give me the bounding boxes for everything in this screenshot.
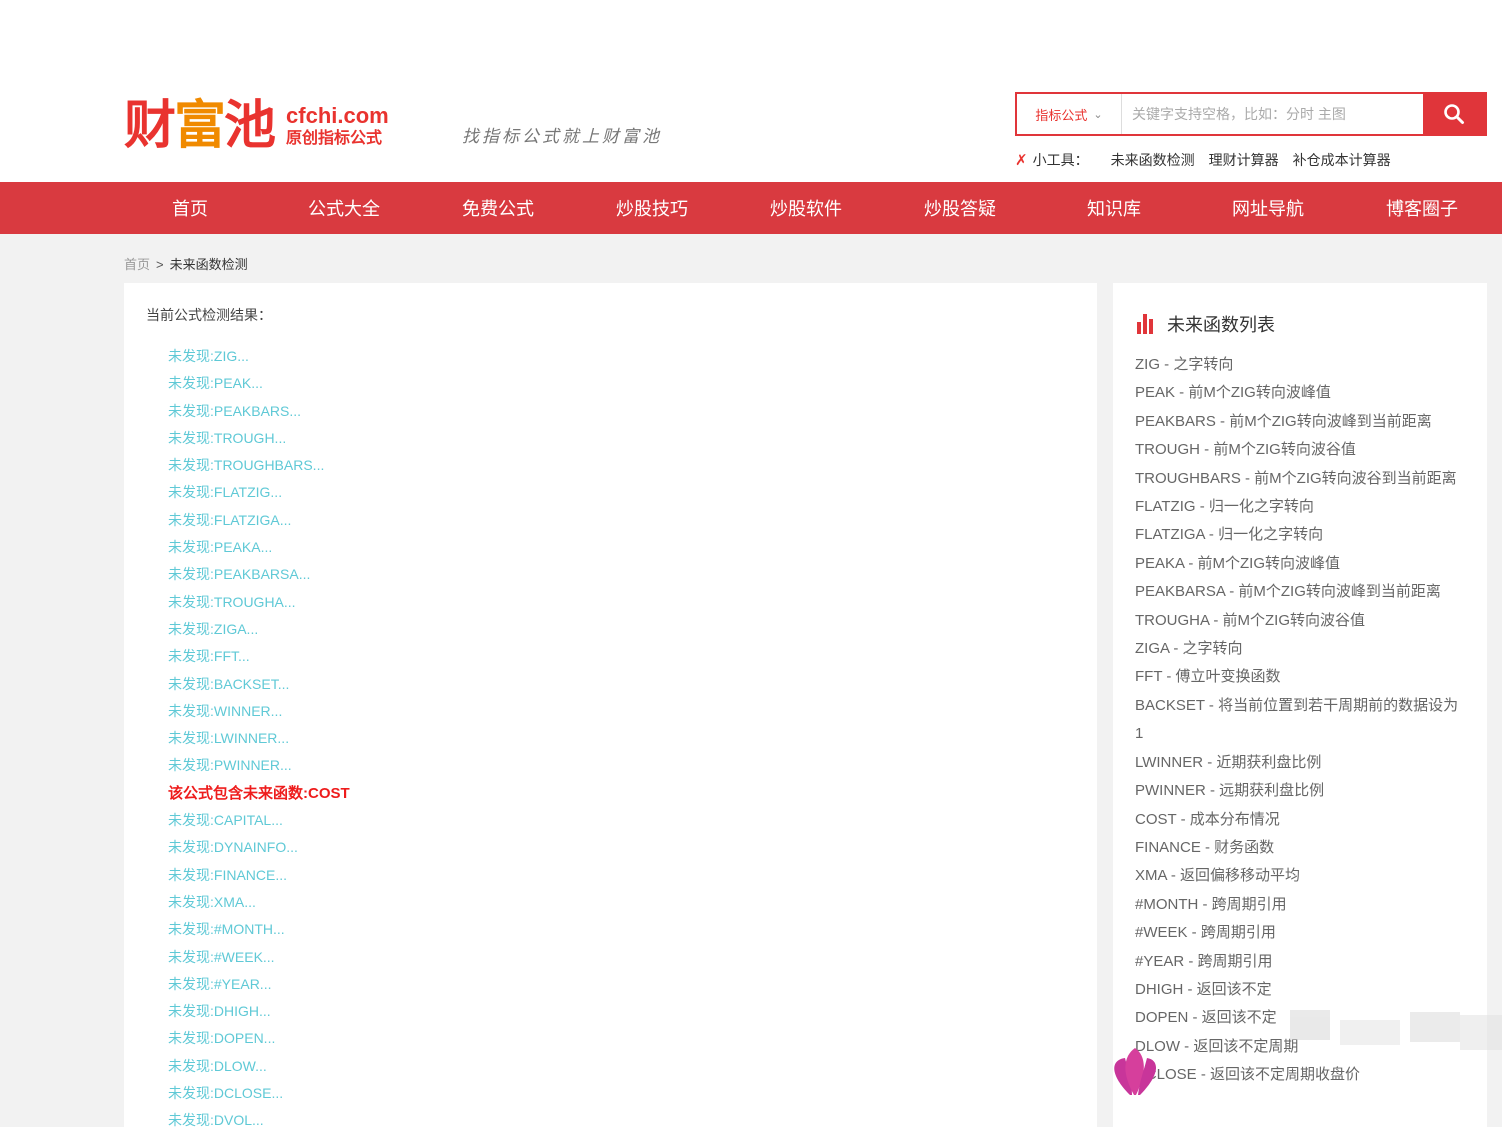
site-logo[interactable]: 财富池 cfchi.com 原创指标公式 [124, 100, 389, 152]
function-list-item[interactable]: #YEAR - 跨周期引用 [1135, 948, 1465, 976]
tool-link-finance-calculator[interactable]: 理财计算器 [1209, 150, 1279, 170]
function-list-item[interactable]: TROUGHA - 前M个ZIG转向波谷值 [1135, 607, 1465, 635]
result-item: 未发现:#WEEK... [168, 948, 275, 965]
site-header: 财富池 cfchi.com 原创指标公式 找指标公式就上财富池 指标公式 ⌄ ✗… [0, 0, 1502, 182]
function-list-item[interactable]: LWINNER - 近期获利盘比例 [1135, 749, 1465, 777]
breadcrumb: 首页 > 未来函数检测 [124, 254, 248, 273]
result-item: 未发现:FLATZIG... [168, 484, 283, 501]
nav-item-formulas[interactable]: 公式大全 [267, 195, 421, 221]
function-list-item[interactable]: ZIG - 之字转向 [1135, 351, 1465, 379]
search-icon [1444, 104, 1464, 124]
function-list-item[interactable]: TROUGHBARS - 前M个ZIG转向波谷到当前距离 [1135, 465, 1465, 493]
function-list-item[interactable]: PEAKBARS - 前M个ZIG转向波峰到当前距离 [1135, 408, 1465, 436]
function-list-item[interactable]: TROUGH - 前M个ZIG转向波谷值 [1135, 436, 1465, 464]
function-list-item[interactable]: FLATZIGA - 归一化之字转向 [1135, 521, 1465, 549]
tools-label: 小工具： [1032, 152, 1089, 168]
result-item: 未发现:DLOW... [168, 1057, 267, 1074]
result-item: 未发现:WINNER... [168, 702, 283, 719]
function-list-item[interactable]: BACKSET - 将当前位置到若干周期前的数据设为1 [1135, 692, 1465, 749]
result-list: 未发现:ZIG... 未发现:PEAK... 未发现:PEAKBARS... 未发现:… [168, 343, 350, 1127]
sidebar-title: 未来函数列表 [1167, 315, 1275, 335]
tool-link-cost-calculator[interactable]: 补仓成本计算器 [1293, 150, 1391, 170]
function-list-item[interactable]: FLATZIG - 归一化之字转向 [1135, 493, 1465, 521]
nav-item-directory[interactable]: 网址导航 [1191, 195, 1345, 221]
result-item: 未发现:DOPEN... [168, 1030, 276, 1047]
result-item: 未发现:PWINNER... [168, 757, 292, 774]
nav-item-free-formulas[interactable]: 免费公式 [421, 195, 575, 221]
function-list-item[interactable]: PWINNER - 远期获利盘比例 [1135, 777, 1465, 805]
result-item: 未发现:DHIGH... [168, 1003, 271, 1020]
result-item: 未发现:LWINNER... [168, 730, 290, 747]
result-item: 未发现:ZIGA... [168, 620, 259, 637]
function-list-item[interactable]: PEAK - 前M个ZIG转向波峰值 [1135, 379, 1465, 407]
result-item: 未发现:#MONTH... [168, 921, 285, 938]
search-category-label: 指标公式 [1035, 107, 1088, 123]
result-item: 未发现:TROUGHBARS... [168, 457, 325, 474]
watermark-logo [1114, 1010, 1502, 1095]
nav-item-tips[interactable]: 炒股技巧 [575, 195, 729, 221]
tools-bar: ✗ 小工具： 未来函数检测 理财计算器 补仓成本计算器 [1015, 150, 1405, 170]
function-list-item[interactable]: XMA - 返回偏移移动平均 [1135, 862, 1465, 890]
nav-item-knowledge[interactable]: 知识库 [1037, 195, 1191, 221]
result-title: 当前公式检测结果： [146, 307, 272, 323]
wrench-icon: ✗ [1015, 152, 1028, 169]
result-item: 未发现:DVOL... [168, 1112, 264, 1127]
result-item: 未发现:PEAKBARSA... [168, 566, 311, 583]
logo-domain: cfchi.com [286, 103, 389, 129]
result-item: 未发现:ZIG... [168, 348, 249, 364]
result-item: 未发现:TROUGHA... [168, 593, 296, 610]
tool-link-future-function-check[interactable]: 未来函数检测 [1111, 150, 1195, 170]
breadcrumb-current: 未来函数检测 [169, 257, 248, 272]
function-list-item[interactable]: #MONTH - 跨周期引用 [1135, 891, 1465, 919]
result-item: 未发现:DYNAINFO... [168, 839, 298, 856]
chevron-down-icon: ⌄ [1093, 108, 1103, 121]
main-nav: 首页 公式大全 免费公式 炒股技巧 炒股软件 炒股答疑 知识库 网址导航 博客圈… [0, 182, 1502, 234]
result-item: 未发现:BACKSET... [168, 675, 290, 692]
result-item: 未发现:PEAKBARS... [168, 402, 302, 419]
function-list-item[interactable]: PEAKBARSA - 前M个ZIG转向波峰到当前距离 [1135, 578, 1465, 606]
sidebar-header: 未来函数列表 [1137, 311, 1275, 337]
logo-wordmark: 财富池 [124, 96, 276, 156]
function-list-item[interactable]: FINANCE - 财务函数 [1135, 834, 1465, 862]
function-list-item[interactable]: ZIGA - 之字转向 [1135, 635, 1465, 663]
search-bar: 指标公式 ⌄ [1015, 92, 1487, 136]
search-button[interactable] [1423, 94, 1485, 134]
nav-item-home[interactable]: 首页 [113, 195, 267, 221]
result-item: 未发现:TROUGH... [168, 429, 287, 446]
nav-item-qa[interactable]: 炒股答疑 [883, 195, 1037, 221]
result-item: 未发现:PEAKA... [168, 539, 273, 556]
nav-item-software[interactable]: 炒股软件 [729, 195, 883, 221]
result-item: 未发现:FINANCE... [168, 866, 288, 883]
result-item: 未发现:CAPITAL... [168, 812, 283, 829]
function-list-item[interactable]: FFT - 傅立叶变换函数 [1135, 663, 1465, 691]
future-function-hit: 该公式包含未来函数:COST [168, 784, 350, 802]
site-slogan: 找指标公式就上财富池 [462, 127, 662, 147]
detection-result-panel: 当前公式检测结果： 未发现:ZIG... 未发现:PEAK... 未发现:PEAKB… [124, 283, 1097, 1127]
search-category-select[interactable]: 指标公式 ⌄ [1017, 94, 1122, 134]
result-item: 未发现:DCLOSE... [168, 1085, 284, 1102]
result-item: 未发现:PEAK... [168, 375, 263, 392]
result-item: 未发现:#YEAR... [168, 975, 272, 992]
breadcrumb-separator: > [156, 257, 164, 272]
function-list-item[interactable]: #WEEK - 跨周期引用 [1135, 919, 1465, 947]
logo-subtitle: 原创指标公式 [286, 130, 383, 148]
bar-chart-icon [1137, 314, 1155, 334]
function-list-item[interactable]: PEAKA - 前M个ZIG转向波峰值 [1135, 550, 1465, 578]
breadcrumb-home[interactable]: 首页 [124, 257, 150, 272]
search-input[interactable] [1122, 94, 1423, 134]
result-item: 未发现:XMA... [168, 893, 256, 910]
nav-item-blog[interactable]: 博客圈子 [1345, 195, 1499, 221]
function-list-item[interactable]: COST - 成本分布情况 [1135, 806, 1465, 834]
future-function-list: ZIG - 之字转向 PEAK - 前M个ZIG转向波峰值 PEAKBARS - 前… [1135, 351, 1465, 1090]
result-item: 未发现:FLATZIGA... [168, 511, 292, 528]
result-item: 未发现:FFT... [168, 648, 250, 665]
